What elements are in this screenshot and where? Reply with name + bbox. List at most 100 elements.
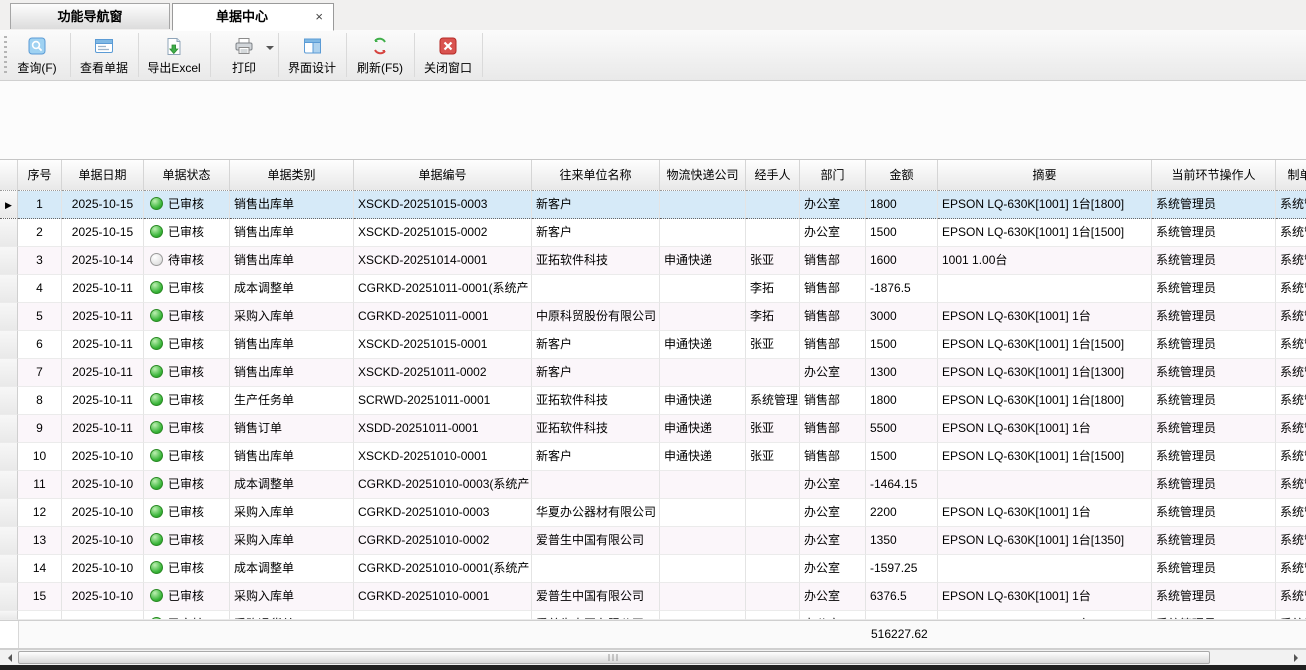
scroll-left-arrow[interactable] [0,651,16,665]
status-approved-icon [150,309,163,322]
tab-function-nav[interactable]: 功能导航窗 [10,3,170,29]
current-row-indicator[interactable]: ▶ [0,191,18,219]
close-window-button[interactable]: 关闭窗口 [416,32,480,78]
status-approved-icon [150,365,163,378]
cell-summary: EPSON LQ-630K[1001] 1台[4000] [938,611,1152,620]
row-selector[interactable] [0,443,18,471]
row-selector[interactable] [0,499,18,527]
table-row[interactable]: 162025-10-10已审核采购退货单CGTHD-20251010-0002爱… [0,611,1306,620]
tab-close-icon[interactable]: × [315,4,323,30]
view-document-button[interactable]: 查看单据 [72,32,136,78]
cell-date: 2025-10-11 [62,331,144,359]
cell-date: 2025-10-10 [62,443,144,471]
row-selector[interactable] [0,527,18,555]
tab-document-center[interactable]: 单据中心 × [172,3,334,31]
cell-handler [746,611,800,620]
export-excel-button[interactable]: 导出Excel [140,32,208,78]
cell-category: 采购入库单 [230,303,354,331]
row-selector[interactable] [0,219,18,247]
column-header[interactable]: 单据类别 [230,160,354,191]
cell-amount: 4000 [866,611,938,620]
column-header[interactable]: 部门 [800,160,866,191]
row-selector[interactable] [0,275,18,303]
query-button[interactable]: 查询(F) [8,32,66,78]
column-header[interactable]: 摘要 [938,160,1152,191]
refresh-button[interactable]: 刷新(F5) [348,32,412,78]
row-selector[interactable] [0,415,18,443]
scrollbar-thumb[interactable] [18,651,1210,664]
row-selector[interactable] [0,247,18,275]
column-header[interactable]: 单据状态 [144,160,230,191]
view-document-icon [72,37,136,57]
cell-doc_no: XSCKD-20251010-0001 [354,443,532,471]
cell-date: 2025-10-10 [62,583,144,611]
cell-status: 已审核 [144,387,230,415]
table-row[interactable]: 92025-10-11已审核销售订单XSDD-20251011-0001亚拓软件… [0,415,1306,443]
row-selector[interactable] [0,387,18,415]
toolbar: 查询(F) 查看单据 导出Excel 打印 界面设计 刷新(F5) [0,30,1306,81]
cell-category: 采购入库单 [230,527,354,555]
status-approved-icon [150,533,163,546]
cell-doc_no: XSCKD-20251015-0003 [354,191,532,219]
row-selector[interactable] [0,555,18,583]
cell-creator: 系统管理员 [1276,555,1306,583]
cell-status: 已审核 [144,583,230,611]
cell-handler [746,527,800,555]
cell-amount: -1876.5 [866,275,938,303]
row-selector[interactable] [0,359,18,387]
cell-handler: 张亚 [746,247,800,275]
table-row[interactable]: 72025-10-11已审核销售出库单XSCKD-20251011-0002新客… [0,359,1306,387]
tab-label: 功能导航窗 [57,9,122,24]
print-dropdown-icon[interactable] [266,46,274,54]
cell-operator: 系统管理员 [1152,247,1276,275]
table-row[interactable]: 112025-10-10已审核成本调整单CGRKD-20251010-0003(… [0,471,1306,499]
row-selector[interactable] [0,583,18,611]
column-header[interactable]: 物流快递公司 [660,160,746,191]
row-selector[interactable] [0,331,18,359]
toolbar-grip-handle[interactable] [4,36,7,74]
column-header[interactable]: 金额 [866,160,938,191]
table-row[interactable]: 82025-10-11已审核生产任务单SCRWD-20251011-0001亚拓… [0,387,1306,415]
column-header[interactable]: 经手人 [746,160,800,191]
toolbar-separator [346,33,347,77]
column-header[interactable]: 单据编号 [354,160,532,191]
cell-creator: 系统管理员 [1276,443,1306,471]
horizontal-scrollbar[interactable] [0,649,1306,665]
cell-status: 待审核 [144,247,230,275]
cell-doc_no: CGRKD-20251011-0001(系统产 [354,275,532,303]
cell-amount: 1800 [866,191,938,219]
cell-dept: 办公室 [800,191,866,219]
cell-logistics [660,191,746,219]
table-row[interactable]: 132025-10-10已审核采购入库单CGRKD-20251010-0002爱… [0,527,1306,555]
table-row[interactable]: 122025-10-10已审核采购入库单CGRKD-20251010-0003华… [0,499,1306,527]
row-selector[interactable] [0,303,18,331]
table-row[interactable]: 142025-10-10已审核成本调整单CGRKD-20251010-0001(… [0,555,1306,583]
cell-doc_no: XSCKD-20251011-0002 [354,359,532,387]
column-header[interactable]: 当前环节操作人 [1152,160,1276,191]
table-row[interactable]: 152025-10-10已审核采购入库单CGRKD-20251010-0001爱… [0,583,1306,611]
table-row[interactable]: 32025-10-14待审核销售出库单XSCKD-20251014-0001亚拓… [0,247,1306,275]
export-excel-button-label: 导出Excel [147,61,200,75]
cell-date: 2025-10-10 [62,499,144,527]
print-button[interactable]: 打印 [212,32,276,78]
table-row[interactable]: 62025-10-11已审核销售出库单XSCKD-20251015-0001新客… [0,331,1306,359]
header-corner [0,160,18,191]
row-selector[interactable] [0,611,18,620]
cell-status: 已审核 [144,303,230,331]
table-row[interactable]: ▶12025-10-15已审核销售出库单XSCKD-20251015-0003新… [0,191,1306,219]
scroll-right-arrow[interactable] [1290,651,1306,665]
cell-dept: 办公室 [800,499,866,527]
table-row[interactable]: 42025-10-11已审核成本调整单CGRKD-20251011-0001(系… [0,275,1306,303]
row-selector[interactable] [0,471,18,499]
table-row[interactable]: 22025-10-15已审核销售出库单XSCKD-20251015-0002新客… [0,219,1306,247]
cell-status: 已审核 [144,443,230,471]
column-header[interactable]: 序号 [18,160,62,191]
status-approved-icon [150,589,163,602]
table-row[interactable]: 102025-10-10已审核销售出库单XSCKD-20251010-0001新… [0,443,1306,471]
ui-design-button[interactable]: 界面设计 [280,32,344,78]
table-row[interactable]: 52025-10-11已审核采购入库单CGRKD-20251011-0001中原… [0,303,1306,331]
cell-status: 已审核 [144,527,230,555]
column-header[interactable]: 往来单位名称 [532,160,660,191]
column-header[interactable]: 单据日期 [62,160,144,191]
column-header[interactable]: 制单人 [1276,160,1306,191]
